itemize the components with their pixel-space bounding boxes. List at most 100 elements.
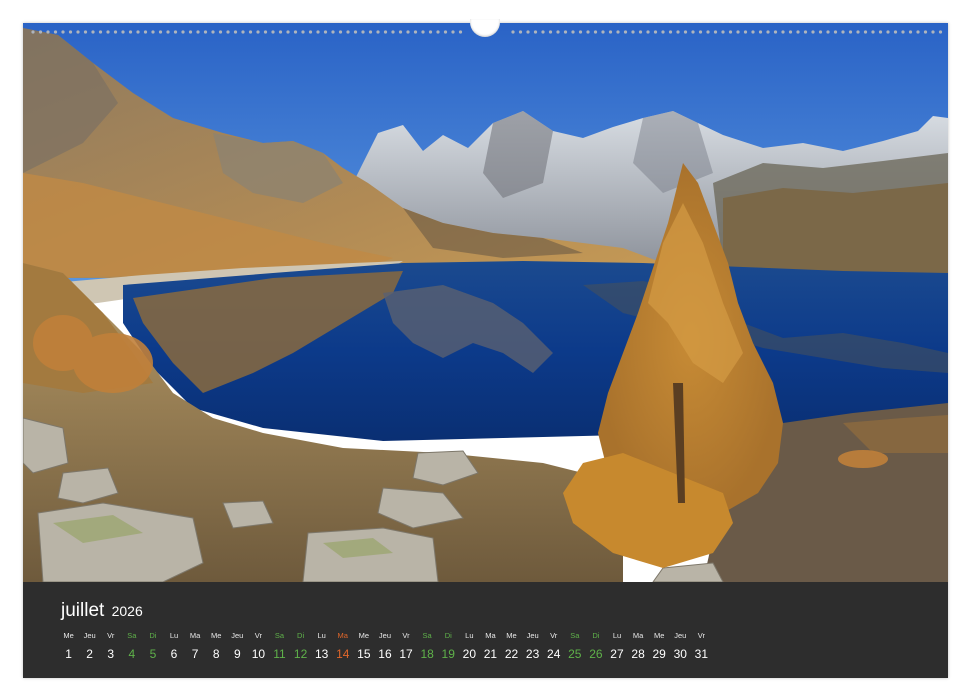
day-name: Jeu xyxy=(674,631,687,640)
day-name: Sa xyxy=(422,631,432,640)
binding-hole xyxy=(91,30,95,34)
binding-hole xyxy=(556,30,560,34)
day-name: Lu xyxy=(465,631,474,640)
day-name: Di xyxy=(592,631,600,640)
day-name: Jeu xyxy=(231,631,244,640)
day-number: 30 xyxy=(673,647,687,661)
day-number: 27 xyxy=(610,647,624,661)
binding-hole xyxy=(578,30,583,34)
binding-hole xyxy=(271,30,275,34)
binding-hole xyxy=(833,30,838,34)
calendar-day: Ma 21 xyxy=(480,630,501,661)
binding-hole xyxy=(331,30,335,34)
binding-hole xyxy=(286,30,290,34)
day-name: Me xyxy=(63,631,74,640)
day-number: 22 xyxy=(504,647,519,661)
day-number: 11 xyxy=(273,647,286,661)
day-number: 3 xyxy=(107,647,115,661)
day-name: Ma xyxy=(632,631,644,640)
binding-hole xyxy=(68,30,73,34)
day-name: Me xyxy=(653,631,665,640)
binding-hole xyxy=(511,30,515,34)
binding-hole xyxy=(308,30,313,34)
binding-hole xyxy=(368,30,373,34)
day-name: Di xyxy=(149,631,157,640)
day-name: Ma xyxy=(337,631,348,640)
calendar-day: Jeu 2 xyxy=(79,630,100,661)
binding-hole xyxy=(751,30,755,34)
day-number: 29 xyxy=(652,647,666,661)
binding-hole xyxy=(76,30,80,34)
binding-hole xyxy=(661,30,665,34)
calendar-day: Me 22 xyxy=(501,630,522,661)
binding-hole xyxy=(218,30,223,34)
calendar-day: Vr 31 xyxy=(691,630,712,661)
binding-hole xyxy=(593,30,598,34)
binding-hole xyxy=(406,30,410,34)
calendar-day: Vr 24 xyxy=(543,630,564,661)
day-name: Ma xyxy=(189,631,201,640)
binding-hole xyxy=(571,30,575,34)
binding-hole xyxy=(383,30,388,34)
binding-hole xyxy=(863,30,868,34)
day-name: Jeu xyxy=(526,631,539,640)
day-number: 31 xyxy=(694,647,709,661)
binding-hole xyxy=(226,30,230,34)
binding-hole xyxy=(736,30,740,34)
calendar-day: Lu 6 xyxy=(163,630,184,661)
calendar-day: Sa 4 xyxy=(121,630,142,661)
calendar-day: Me 15 xyxy=(353,630,374,661)
binding-hole xyxy=(728,30,733,34)
binding-hole xyxy=(173,30,178,34)
day-name: Lu xyxy=(612,631,622,640)
binding-hole xyxy=(451,30,455,34)
binding-hole xyxy=(848,30,853,34)
binding-hole xyxy=(421,30,425,34)
day-number: 7 xyxy=(191,647,199,661)
calendar-day: Di 19 xyxy=(438,630,459,661)
binding-hole xyxy=(361,30,365,34)
day-number: 12 xyxy=(293,647,308,661)
day-number: 26 xyxy=(589,647,603,661)
binding-hole xyxy=(601,30,605,34)
landscape-photo xyxy=(23,23,948,582)
binding-hole xyxy=(938,30,943,34)
binding-hole xyxy=(83,30,88,34)
binding-hole xyxy=(676,30,680,34)
binding-hole xyxy=(683,30,688,34)
binding-hole xyxy=(743,30,748,34)
binding-hole xyxy=(136,30,140,34)
binding-hole xyxy=(346,30,350,34)
binding-hole xyxy=(436,30,440,34)
binding-hole xyxy=(901,30,905,34)
calendar-day: Sa 18 xyxy=(417,630,438,661)
binding-hole xyxy=(826,30,830,34)
binding-hole xyxy=(893,30,898,34)
day-number: 19 xyxy=(441,647,455,661)
day-name: Ma xyxy=(485,631,496,640)
binding-hole xyxy=(796,30,800,34)
day-name: Lu xyxy=(169,631,179,640)
binding-hole xyxy=(61,30,65,34)
binding-hole xyxy=(181,30,185,34)
day-name: Me xyxy=(358,631,370,640)
binding-hole xyxy=(443,30,448,34)
binding-hole xyxy=(301,30,305,34)
binding-hole xyxy=(323,30,328,34)
day-number: 1 xyxy=(65,647,72,661)
binding-hole xyxy=(256,30,260,34)
binding-hole xyxy=(781,30,785,34)
binding-hole xyxy=(721,30,725,34)
day-name: Di xyxy=(297,631,305,640)
binding-hole xyxy=(458,30,463,34)
day-number: 28 xyxy=(631,647,645,661)
binding-hole xyxy=(788,30,793,34)
binding-hole xyxy=(931,30,935,34)
binding-hole xyxy=(616,30,620,34)
calendar-day: Lu 13 xyxy=(311,630,332,661)
day-number: 9 xyxy=(233,647,241,661)
day-number: 17 xyxy=(399,647,413,661)
day-number: 18 xyxy=(420,647,434,661)
calendar-day: Me 1 xyxy=(58,630,79,661)
binding-hole xyxy=(646,30,650,34)
